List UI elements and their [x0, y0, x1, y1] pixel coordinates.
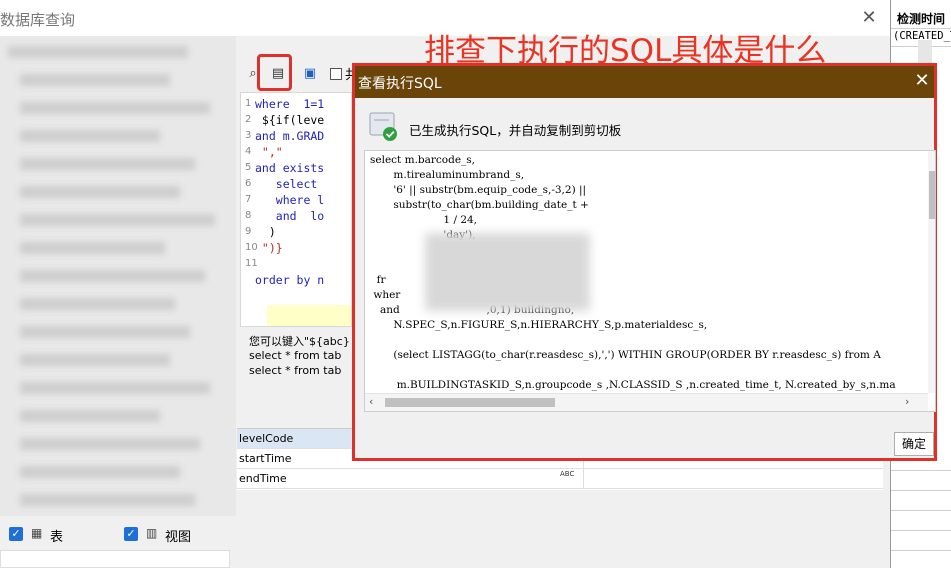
dialog-message: 已生成执行SQL，并自动复制到剪切板 [409, 123, 622, 138]
line-number: 2 [245, 114, 252, 125]
code-line: and exists [255, 161, 325, 175]
code-line: select [255, 177, 325, 191]
format-icon[interactable]: ▣ [300, 64, 320, 84]
view-sql-dialog: 查看执行SQL ✕ 已生成执行SQL，并自动复制到剪切板 select m.ba… [352, 63, 937, 461]
highlight-box [257, 54, 292, 91]
line-number: 11 [245, 258, 258, 269]
hint-line: select * from tab [249, 364, 342, 377]
line-number: 3 [245, 130, 252, 141]
sql-line: (select LISTAGG(to_char(r.reasdesc_s),',… [370, 349, 881, 361]
ok-button[interactable]: 确定 [894, 432, 934, 456]
hint-line: 您可以键入"${abc} [249, 335, 350, 348]
parameter-row[interactable]: endTime ABC [237, 469, 883, 489]
code-line: "," [255, 145, 283, 159]
sql-line: N.SPEC_S,n.FIGURE_S,n.HIERARCHY_S,p.mate… [370, 319, 708, 331]
dialog-close-icon[interactable]: ✕ [911, 70, 933, 92]
sql-line: fr [370, 274, 386, 286]
string-type-icon: ABC [560, 470, 575, 478]
sql-line: m.tirealuminumbrand_s, [370, 169, 525, 181]
main-close-icon[interactable]: ✕ [855, 5, 883, 31]
sql-horizontal-scroll-thumb[interactable] [385, 398, 555, 407]
parameter-name: levelCode [239, 432, 294, 445]
sql-editor[interactable]: 1 2 3 4 5 6 7 8 9 10 11 where 1=1 ${if(leve and m.G… [240, 92, 352, 327]
left-footer-box [0, 550, 230, 568]
code-line: where 1=1 [255, 97, 325, 111]
code-line: and m.GRAD [255, 129, 325, 143]
line-number: 5 [245, 162, 252, 173]
scroll-right-arrow-icon[interactable]: › [905, 395, 909, 408]
toolbar-checkbox[interactable] [330, 68, 342, 80]
sql-line: '6' || substr(bm.equip_code_s,-3,2) || [370, 184, 587, 196]
parameter-name: endTime [239, 472, 287, 485]
code-line: ")} [255, 241, 283, 255]
redacted-region [425, 233, 590, 311]
sql-line: m.BUILDINGTASKID_S,n.groupcode_s ,N.CLAS… [370, 379, 896, 391]
sql-line: select m.barcode_s, [370, 154, 476, 166]
sql-line: 1 / 24, [370, 214, 478, 226]
code-line: ) [255, 225, 276, 239]
table-checkbox-label: 表 [50, 530, 64, 545]
line-number: 4 [245, 146, 252, 157]
line-number: 7 [245, 194, 252, 205]
result-column-header[interactable]: 检测时间 [897, 10, 945, 27]
line-number: 8 [245, 210, 252, 221]
object-filter-bar: ✓ ▦ 表 ✓ ▥ 视图 [0, 520, 236, 550]
scroll-left-arrow-icon[interactable]: ‹ [369, 395, 373, 408]
sql-text-area[interactable]: select m.barcode_s, m.tirealuminumbrand_… [364, 150, 936, 412]
dialog-titlebar: 查看执行SQL ✕ [355, 66, 934, 98]
parameter-value-field[interactable] [583, 469, 883, 488]
line-number: 1 [245, 98, 252, 109]
view-checkbox[interactable]: ✓ [124, 527, 138, 541]
current-line-highlight [267, 305, 351, 326]
main-window-title: 数据库查询 [0, 11, 76, 29]
line-number: 6 [245, 178, 252, 189]
table-icon: ▦ [31, 526, 43, 540]
dialog-title: 查看执行SQL [358, 76, 442, 92]
hint-area: 您可以键入"${abc} select * from tab select * … [240, 330, 352, 405]
code-line: order by n [255, 273, 325, 287]
view-checkbox-label: 视图 [165, 530, 192, 545]
success-check-icon [369, 112, 397, 141]
line-number: 9 [245, 226, 252, 237]
parameter-name: startTime [239, 452, 292, 465]
code-line: ${if(leve [255, 113, 325, 127]
view-icon: ▥ [146, 526, 158, 540]
code-line: where l [255, 193, 325, 207]
hint-line: select * from tab [249, 349, 342, 362]
sql-line: substr(to_char(bm.building_date_t + [370, 199, 589, 211]
code-line: and lo [255, 209, 325, 223]
sql-vertical-scroll-thumb[interactable] [929, 171, 935, 219]
table-tree-panel[interactable] [0, 36, 236, 516]
table-checkbox[interactable]: ✓ [9, 527, 23, 541]
